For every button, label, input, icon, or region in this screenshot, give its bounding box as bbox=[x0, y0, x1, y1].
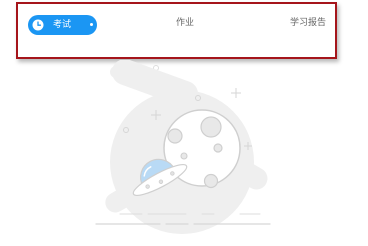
empty-state-illustration bbox=[90, 59, 280, 246]
tab-exam-label: 考试 bbox=[53, 19, 72, 30]
tab-study-report[interactable]: 学习报告 bbox=[290, 19, 326, 28]
tab-homework[interactable]: 作业 bbox=[176, 19, 194, 28]
page: 考试 作业 学习报告 bbox=[0, 0, 368, 246]
active-dot-icon bbox=[90, 23, 93, 26]
tab-exam[interactable]: 考试 bbox=[28, 15, 97, 35]
planet-ufo-empty-icon bbox=[95, 59, 271, 234]
tab-bar: 考试 作业 学习报告 bbox=[16, 2, 337, 59]
clock-icon bbox=[32, 19, 44, 31]
